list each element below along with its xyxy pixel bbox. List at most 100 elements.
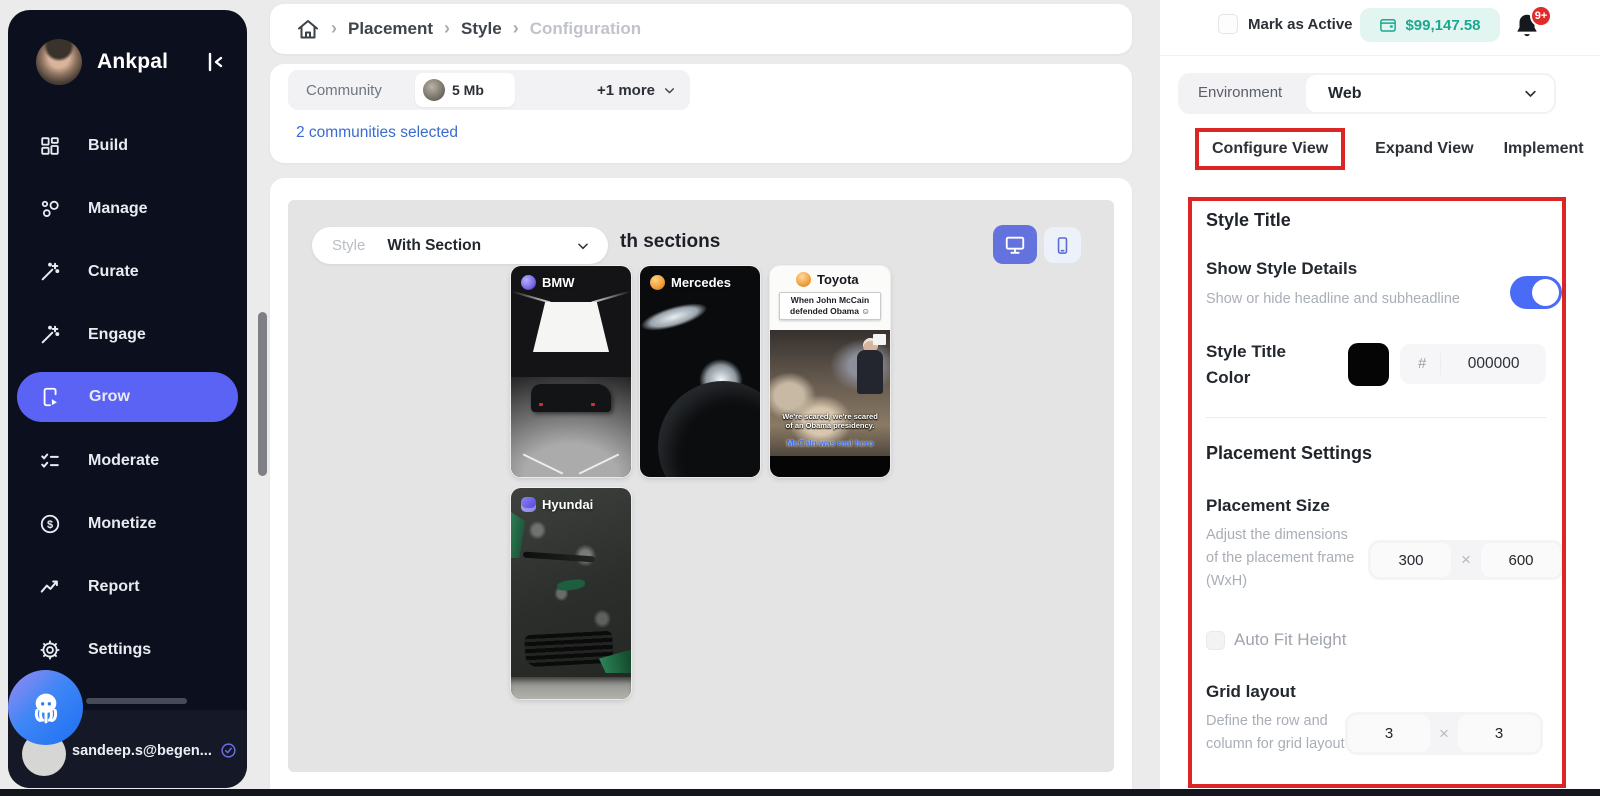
sidebar-header: Ankpal	[8, 10, 247, 96]
style-title-color-label: Style Title Color	[1206, 339, 1318, 391]
breadcrumb-style[interactable]: Style	[461, 19, 502, 39]
manage-icon	[39, 198, 61, 220]
monitor-icon	[1004, 234, 1026, 256]
show-style-details-toggle[interactable]	[1510, 276, 1562, 309]
subtitle-text: We're scared, we're scared of an Obama p…	[770, 412, 890, 430]
sidebar-item-label: Monetize	[88, 515, 156, 533]
notifications-button[interactable]: 9+	[1512, 10, 1548, 48]
grid-layout-hint: Define the row and column for grid layou…	[1206, 710, 1351, 756]
community-chip[interactable]: 5 Mb	[415, 73, 515, 107]
breadcrumb-separator: ›	[513, 18, 519, 39]
wallet-balance-button[interactable]: $99,147.58	[1360, 8, 1500, 42]
breadcrumb-placement[interactable]: Placement	[348, 19, 433, 39]
breadcrumb-separator: ›	[444, 18, 450, 39]
card-label-row: Toyota	[796, 272, 859, 287]
sidebar-item-curate[interactable]: Curate	[8, 240, 247, 303]
sidebar-item-report[interactable]: Report	[8, 555, 247, 618]
community-more-dropdown[interactable]: +1 more	[597, 70, 676, 110]
sidebar-item-label: Curate	[88, 263, 139, 281]
sidebar-item-label: Moderate	[88, 452, 159, 470]
sidebar-item-label: Settings	[88, 641, 151, 659]
community-more-label: +1 more	[597, 82, 655, 99]
wallet-balance: $99,147.58	[1405, 17, 1480, 34]
placement-card-hyundai[interactable]: Hyundai	[511, 488, 631, 699]
communities-selected-link[interactable]: 2 communities selected	[296, 124, 458, 142]
mark-as-active-label: Mark as Active	[1248, 16, 1353, 33]
community-field-label: Community	[288, 82, 382, 99]
color-swatch[interactable]	[1348, 343, 1389, 386]
hex-prefix: #	[1400, 353, 1441, 375]
environment-select[interactable]: Web	[1306, 75, 1554, 112]
sidebar-item-build[interactable]: Build	[8, 114, 247, 177]
tab-expand-view[interactable]: Expand View	[1375, 140, 1473, 158]
placement-settings-heading: Placement Settings	[1206, 443, 1372, 464]
card-label-row: Hyundai	[521, 497, 593, 512]
grid-cols-input[interactable]: 3	[1458, 715, 1540, 752]
style-select[interactable]: Style With Section	[312, 227, 608, 264]
smartphone-icon	[1053, 236, 1072, 255]
sidebar-item-moderate[interactable]: Moderate	[8, 429, 247, 492]
chevron-down-icon	[1523, 86, 1538, 101]
sidebar-item-monetize[interactable]: $ Monetize	[8, 492, 247, 555]
auto-fit-height-checkbox[interactable]	[1206, 631, 1225, 650]
mark-as-active-checkbox[interactable]	[1218, 14, 1238, 34]
community-selector[interactable]: Community 5 Mb +1 more	[288, 70, 690, 110]
grid-rows-input[interactable]: 3	[1348, 715, 1430, 752]
auto-fit-height-label: Auto Fit Height	[1234, 630, 1346, 650]
card-label-row: BMW	[521, 275, 575, 290]
community-selector-card: Community 5 Mb +1 more 2 communities sel…	[270, 64, 1132, 163]
card-title: Toyota	[817, 272, 859, 287]
notification-count-badge: 9+	[1530, 5, 1552, 27]
gear-icon	[39, 639, 61, 661]
brand-title: Ankpal	[97, 50, 168, 74]
magic-wand-icon	[39, 324, 61, 346]
bmw-community-icon	[521, 275, 536, 290]
build-icon	[39, 135, 61, 157]
grid-layout-inputs: 3 × 3	[1345, 712, 1543, 755]
sidebar-item-grow[interactable]: Grow	[17, 372, 238, 422]
tab-configure-view[interactable]: Configure View	[1195, 128, 1345, 170]
bmw-skylight-art	[533, 302, 609, 352]
section-divider	[1206, 417, 1546, 418]
placement-size-inputs: 300 × 600	[1368, 540, 1564, 580]
sidebar-item-label: Manage	[88, 200, 148, 218]
width-input[interactable]: 300	[1371, 543, 1451, 577]
times-separator: ×	[1451, 550, 1481, 570]
octopus-support-button[interactable]	[8, 670, 83, 745]
height-input[interactable]: 600	[1481, 543, 1561, 577]
card-label-row: Mercedes	[650, 275, 731, 290]
car-grille-art	[524, 631, 614, 668]
sidebar-item-engage[interactable]: Engage	[8, 303, 247, 366]
placement-card-bmw[interactable]: BMW	[511, 266, 631, 477]
environment-label: Environment	[1198, 84, 1282, 101]
desktop-view-button[interactable]	[993, 225, 1037, 264]
card-title: Hyundai	[542, 497, 593, 512]
collapse-sidebar-icon[interactable]	[203, 50, 227, 74]
card-title: Mercedes	[671, 275, 731, 290]
meme-caption: When John McCain defended Obama ☺	[779, 292, 881, 320]
chevron-down-icon	[576, 239, 590, 253]
mobile-view-button[interactable]	[1044, 227, 1081, 263]
hex-color-input[interactable]: # 000000	[1400, 344, 1546, 384]
card-title: BMW	[542, 275, 575, 290]
sidebar-item-manage[interactable]: Manage	[8, 177, 247, 240]
verified-badge-icon	[220, 742, 237, 759]
window-bottom-edge	[0, 789, 1600, 796]
home-icon[interactable]	[296, 17, 320, 41]
sidebar-item-label: Engage	[88, 326, 146, 344]
tab-implement[interactable]: Implement	[1504, 140, 1584, 158]
hex-value: 000000	[1441, 355, 1546, 373]
breadcrumb-configuration: Configuration	[530, 19, 641, 39]
sidebar-item-label: Report	[88, 578, 140, 596]
breadcrumb-bar: › Placement › Style › Configuration	[270, 4, 1132, 54]
placement-card-mercedes[interactable]: Mercedes	[640, 266, 760, 477]
community-chip-avatar	[423, 79, 445, 101]
community-chip-label: 5 Mb	[452, 82, 484, 98]
environment-field: Environment Web	[1178, 73, 1556, 114]
placement-size-hint: Adjust the dimensions of the placement f…	[1206, 524, 1361, 593]
placement-card-toyota[interactable]: Toyota When John McCain defended Obama ☺…	[770, 266, 890, 477]
account-email[interactable]: sandeep.s@begen...	[72, 742, 237, 759]
watermark-badge	[873, 334, 886, 345]
user-avatar[interactable]	[36, 39, 82, 85]
page-scrollbar-thumb[interactable]	[258, 312, 267, 476]
